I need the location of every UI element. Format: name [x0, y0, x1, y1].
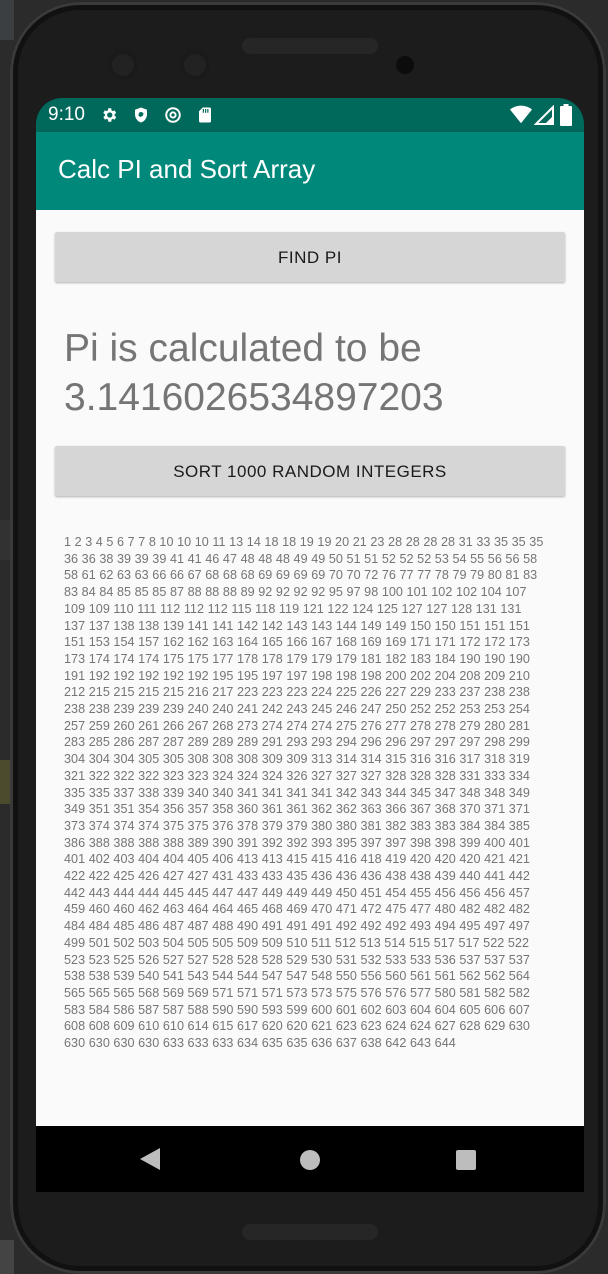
- proximity-sensor: [396, 56, 414, 74]
- bottom-speaker: [242, 1224, 378, 1240]
- wifi-icon: [510, 105, 532, 124]
- gear-icon: [103, 108, 117, 122]
- back-icon[interactable]: [140, 1148, 160, 1170]
- front-camera-icon: [108, 50, 138, 80]
- signal-icon: [534, 105, 554, 125]
- ide-strip: [0, 0, 14, 40]
- navigation-bar: [36, 1126, 584, 1192]
- status-bar: 9:10: [36, 98, 584, 132]
- main-content: FIND PI Pi is calculated to be 3.1416026…: [36, 210, 584, 1126]
- home-icon[interactable]: [300, 1150, 320, 1170]
- find-pi-button[interactable]: FIND PI: [55, 232, 565, 282]
- recents-icon[interactable]: [456, 1150, 476, 1170]
- front-camera-icon: [180, 50, 210, 80]
- pi-result-text: Pi is calculated to be 3.141602653489720…: [64, 327, 444, 419]
- sort-integers-button[interactable]: SORT 1000 RANDOM INTEGERS: [55, 446, 565, 496]
- at-sign-icon: [165, 107, 181, 123]
- sorted-integers-text: 1 2 3 4 5 6 7 7 8 10 10 10 11 13 14 18 1…: [64, 535, 544, 1051]
- shield-icon: [135, 107, 147, 123]
- app-bar: Calc PI and Sort Array: [36, 132, 584, 210]
- device-screen: 9:10 Calc PI and Sort Array FIND PI Pi i…: [36, 98, 584, 1192]
- battery-icon: [560, 104, 572, 126]
- sd-card-icon: [199, 107, 211, 123]
- ide-strip: [0, 1240, 14, 1274]
- app-title: Calc PI and Sort Array: [58, 154, 316, 184]
- status-time: 9:10: [48, 104, 85, 125]
- top-speaker: [242, 38, 378, 54]
